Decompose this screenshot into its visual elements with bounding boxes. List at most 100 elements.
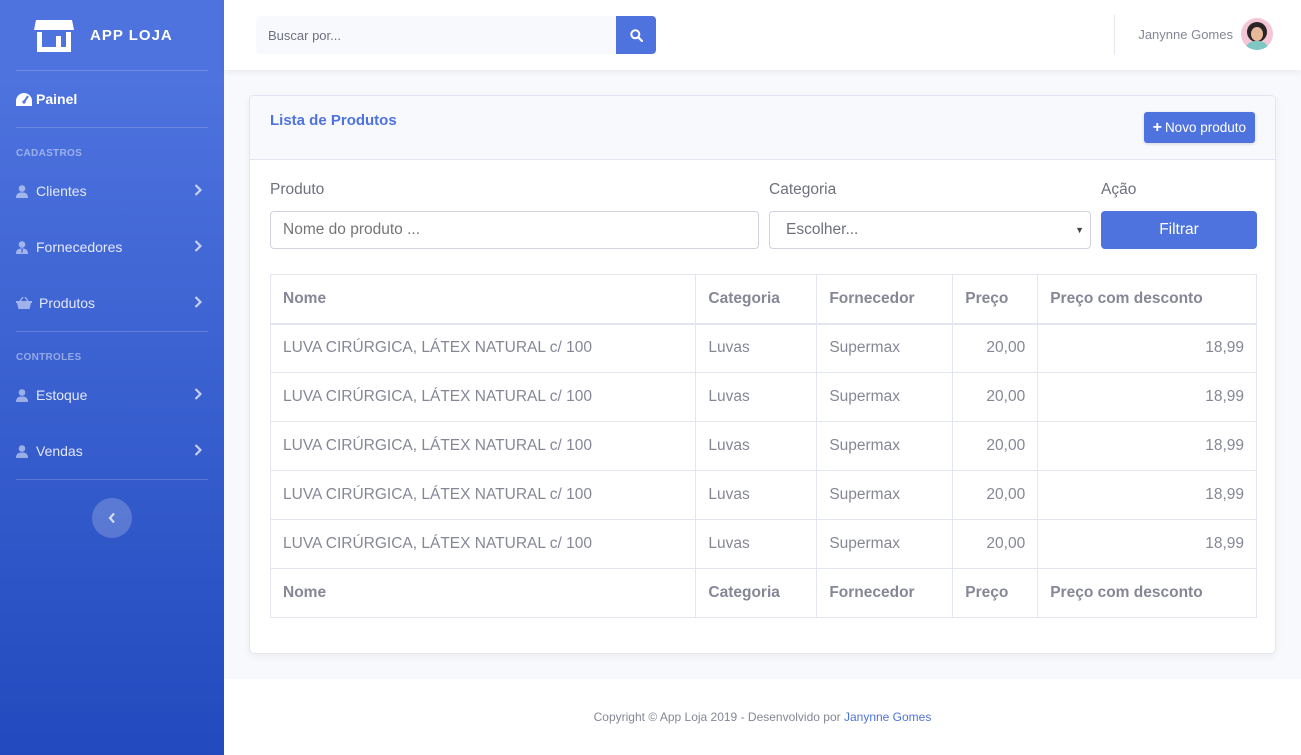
cell-preco-desconto: 18,99 <box>1037 372 1257 422</box>
sidebar-item-fornecedores[interactable]: Fornecedores <box>0 219 224 275</box>
sidebar-item-estoque[interactable]: Estoque <box>0 367 224 423</box>
sidebar-item-label: Produtos <box>39 295 96 311</box>
product-name-input[interactable] <box>270 211 759 249</box>
sidebar-item-clientes[interactable]: Clientes <box>0 163 224 219</box>
category-selected-value: Escolher... <box>786 221 859 238</box>
brand-name: APP LOJA <box>90 26 173 44</box>
sidebar-item-label: Estoque <box>36 387 88 403</box>
column-footer: Categoria <box>695 568 818 618</box>
sidebar-toggle-button[interactable] <box>92 498 132 538</box>
search-bar <box>256 16 656 54</box>
sidebar-item-painel[interactable]: Painel <box>0 71 224 127</box>
cell-preco: 20,00 <box>952 470 1039 520</box>
cell-fornecedor: Supermax <box>816 421 954 471</box>
user-menu[interactable]: Janynne Gomes <box>1138 18 1273 50</box>
cell-nome: LUVA CIRÚRGICA, LÁTEX NATURAL c/ 100 <box>269 372 697 422</box>
chevron-left-icon <box>108 512 115 524</box>
table-row[interactable]: LUVA CIRÚRGICA, LÁTEX NATURAL c/ 100 Luv… <box>269 421 1257 471</box>
sidebar-divider <box>16 479 208 480</box>
table-row[interactable]: LUVA CIRÚRGICA, LÁTEX NATURAL c/ 100 Luv… <box>269 470 1257 520</box>
sidebar-item-vendas[interactable]: Vendas <box>0 423 224 479</box>
cell-preco-desconto: 18,99 <box>1037 421 1257 471</box>
sidebar-item-produtos[interactable]: Produtos <box>0 275 224 331</box>
author-link[interactable]: Janynne Gomes <box>844 710 931 724</box>
column-header[interactable]: Nome <box>269 274 697 325</box>
table-row[interactable]: LUVA CIRÚRGICA, LÁTEX NATURAL c/ 100 Luv… <box>269 519 1257 569</box>
column-footer: Preço com desconto <box>1037 568 1257 618</box>
search-input[interactable] <box>256 16 616 54</box>
topbar: Janynne Gomes <box>224 0 1301 70</box>
product-list-card: Lista de Produtos + Novo produto Produto… <box>249 95 1276 654</box>
chevron-right-icon <box>194 239 204 255</box>
search-icon <box>629 28 643 42</box>
cell-nome: LUVA CIRÚRGICA, LÁTEX NATURAL c/ 100 <box>269 519 697 569</box>
cell-categoria: Luvas <box>695 519 818 569</box>
cell-nome: LUVA CIRÚRGICA, LÁTEX NATURAL c/ 100 <box>269 421 697 471</box>
cell-nome: LUVA CIRÚRGICA, LÁTEX NATURAL c/ 100 <box>269 323 697 373</box>
user-icon <box>16 184 36 198</box>
sidebar: APP LOJA Painel Cadastros Clientes Forne… <box>0 0 224 755</box>
table-header-row: Nome Categoria Fornecedor Preço Preço co… <box>269 274 1257 325</box>
category-label: Categoria <box>769 181 837 198</box>
user-icon <box>16 388 36 402</box>
user-name: Janynne Gomes <box>1138 26 1233 42</box>
sidebar-heading-cadastros: Cadastros <box>16 148 83 159</box>
chevron-right-icon <box>194 387 204 403</box>
user-icon <box>16 444 36 458</box>
cell-categoria: Luvas <box>695 470 818 520</box>
chevron-right-icon <box>194 183 204 199</box>
cell-preco: 20,00 <box>952 323 1039 373</box>
table-row[interactable]: LUVA CIRÚRGICA, LÁTEX NATURAL c/ 100 Luv… <box>269 323 1257 373</box>
store-icon <box>34 20 74 52</box>
new-product-button[interactable]: + Novo produto <box>1143 112 1255 143</box>
topbar-divider <box>1114 15 1115 55</box>
category-select[interactable]: Escolher... ▼ <box>769 211 1091 249</box>
cell-fornecedor: Supermax <box>816 323 954 373</box>
cell-fornecedor: Supermax <box>816 470 954 520</box>
products-table: Nome Categoria Fornecedor Preço Preço co… <box>269 274 1257 618</box>
action-label: Ação <box>1101 181 1137 198</box>
cell-nome: LUVA CIRÚRGICA, LÁTEX NATURAL c/ 100 <box>269 470 697 520</box>
sidebar-item-label: Vendas <box>36 443 83 459</box>
card-header: Lista de Produtos + Novo produto <box>250 96 1275 160</box>
table-footer-row: Nome Categoria Fornecedor Preço Preço co… <box>269 568 1257 618</box>
column-footer: Fornecedor <box>816 568 954 618</box>
basket-icon <box>16 297 39 309</box>
brand[interactable]: APP LOJA <box>0 0 224 70</box>
column-header[interactable]: Fornecedor <box>816 274 954 325</box>
cell-categoria: Luvas <box>695 323 818 373</box>
column-header[interactable]: Categoria <box>695 274 818 325</box>
avatar <box>1241 18 1273 50</box>
cell-fornecedor: Supermax <box>816 372 954 422</box>
cell-preco: 20,00 <box>952 519 1039 569</box>
cell-preco-desconto: 18,99 <box>1037 470 1257 520</box>
cell-preco-desconto: 18,99 <box>1037 519 1257 569</box>
filter-form: Produto Categoria Escolher... ▼ Ação Fil… <box>270 181 1257 251</box>
product-label: Produto <box>270 181 325 198</box>
column-footer: Nome <box>269 568 697 618</box>
column-footer: Preço <box>952 568 1039 618</box>
cell-categoria: Luvas <box>695 421 818 471</box>
user-tie-icon <box>16 240 36 254</box>
cell-categoria: Luvas <box>695 372 818 422</box>
cell-preco: 20,00 <box>952 372 1039 422</box>
page-title: Lista de Produtos <box>270 112 397 129</box>
search-button[interactable] <box>616 16 656 54</box>
plus-icon: + <box>1152 118 1162 136</box>
sidebar-heading-controles: Controles <box>16 352 82 363</box>
sidebar-item-label: Clientes <box>36 183 87 199</box>
new-product-label: Novo produto <box>1164 120 1246 135</box>
table-row[interactable]: LUVA CIRÚRGICA, LÁTEX NATURAL c/ 100 Luv… <box>269 372 1257 422</box>
chevron-right-icon <box>194 295 204 311</box>
sidebar-item-label: Fornecedores <box>36 239 123 255</box>
filter-button[interactable]: Filtrar <box>1101 211 1257 249</box>
chevron-right-icon <box>194 443 204 459</box>
column-header[interactable]: Preço com desconto <box>1037 274 1257 325</box>
cell-fornecedor: Supermax <box>816 519 954 569</box>
tachometer-icon <box>16 92 36 106</box>
copyright-text: Copyright © App Loja 2019 - Desenvolvido… <box>593 710 841 724</box>
cell-preco: 20,00 <box>952 421 1039 471</box>
column-header[interactable]: Preço <box>952 274 1039 325</box>
cell-preco-desconto: 18,99 <box>1037 323 1257 373</box>
footer: Copyright © App Loja 2019 - Desenvolvido… <box>224 679 1301 755</box>
